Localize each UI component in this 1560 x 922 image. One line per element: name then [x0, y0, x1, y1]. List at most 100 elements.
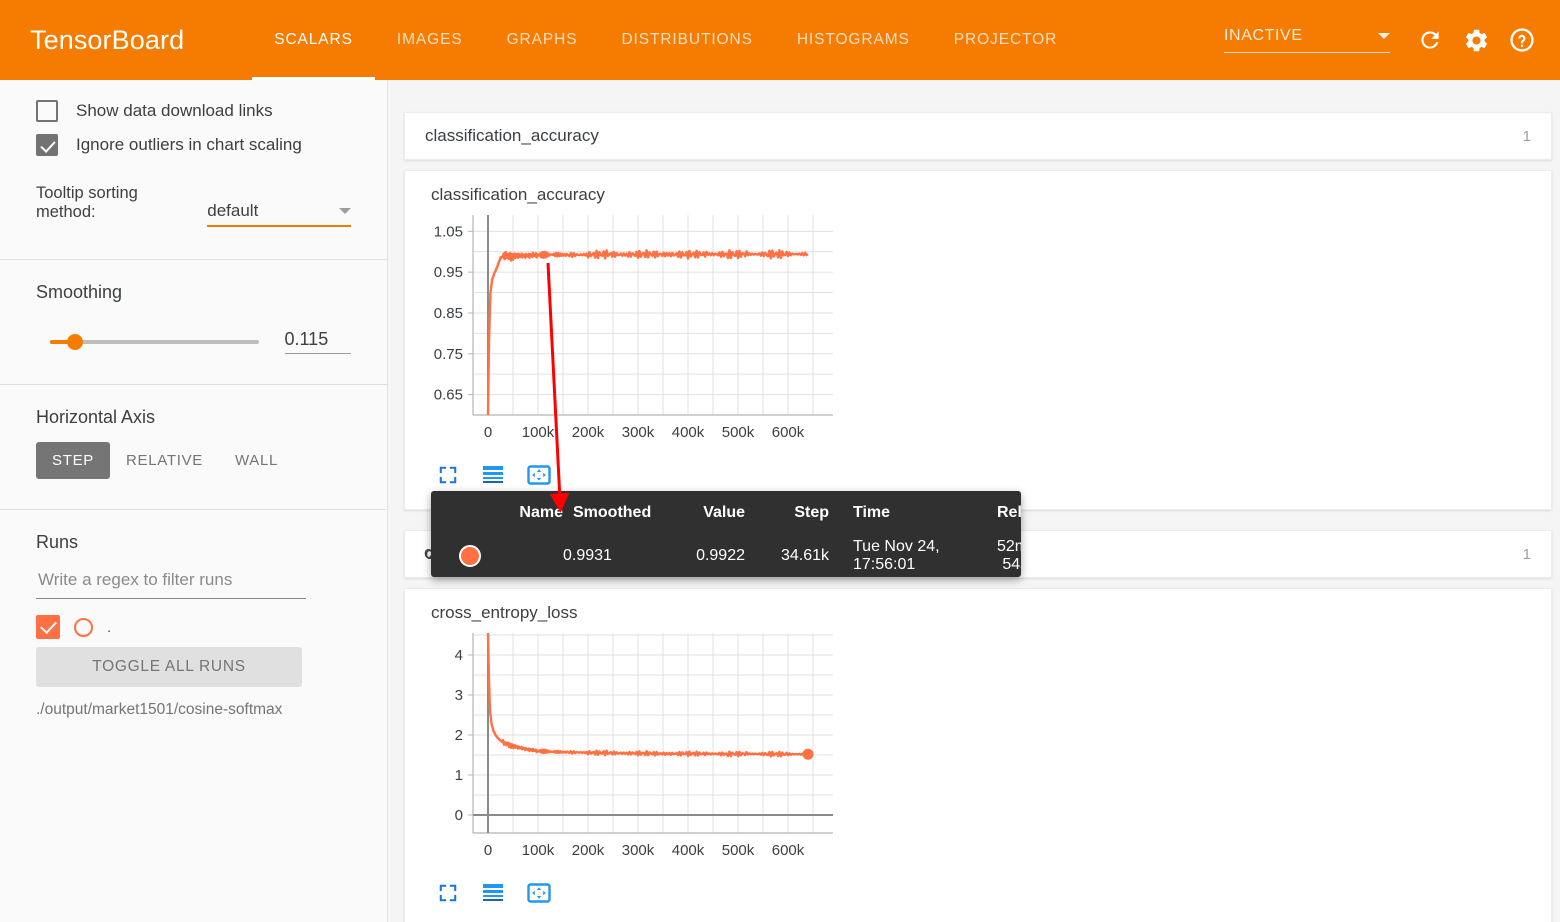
run-path-label: ./output/market1501/cosine-softmax — [36, 701, 283, 718]
card-header-classification-accuracy[interactable]: classification_accuracy 1 — [404, 112, 1552, 160]
svg-text:400k: 400k — [672, 424, 705, 441]
svg-text:100k: 100k — [522, 842, 555, 859]
tooltip-series-marker — [445, 545, 497, 567]
tooltip-sorting-dropdown[interactable]: default — [207, 201, 351, 227]
fullscreen-icon[interactable] — [437, 882, 459, 904]
chart-svg-wrap: 0 1 2 3 4 0 100k 200k 300k 400k 500k 600k — [405, 623, 1551, 878]
series-color-dot-icon — [459, 545, 481, 567]
run-item-label: . — [107, 618, 112, 636]
checkbox-ignore-outliers[interactable]: Ignore outliers in chart scaling — [36, 128, 351, 162]
smoothing-title: Smoothing — [36, 282, 123, 302]
checkbox-show-download-links[interactable]: Show data download links — [36, 94, 351, 128]
haxis-option-relative[interactable]: RELATIVE — [110, 442, 219, 479]
svg-text:0: 0 — [484, 424, 492, 441]
settings-button[interactable] — [1456, 20, 1496, 60]
gear-icon — [1465, 29, 1487, 51]
checkbox-icon-checked — [36, 134, 58, 156]
tab-histograms[interactable]: HISTOGRAMS — [775, 0, 932, 80]
fullscreen-icon[interactable] — [437, 464, 459, 486]
tooltip-sorting-value: default — [207, 201, 259, 220]
reload-button[interactable] — [1410, 20, 1450, 60]
chart-title-cross-entropy-loss: cross_entropy_loss — [431, 603, 578, 622]
line-chart-classification-accuracy[interactable]: 0.65 0.75 0.85 0.95 1.05 0 100k 200k 300k 400k 500… — [415, 205, 855, 455]
svg-text:0: 0 — [455, 807, 463, 824]
settings-sidebar: Show data download links Ignore outliers… — [0, 80, 388, 922]
card-title: classification_accuracy — [425, 126, 599, 145]
header-actions: INACTIVE — [1224, 20, 1542, 60]
card-count-badge: 1 — [1522, 127, 1531, 145]
chart-svg-wrap: 0.65 0.75 0.85 0.95 1.05 0 100k 200k 300k 400k 500… — [405, 205, 1551, 460]
card-header-row[interactable]: classification_accuracy 1 — [405, 113, 1551, 159]
chart-hover-tooltip: Name Smoothed Value Step Time Relative 0… — [431, 491, 1021, 577]
divider — [0, 259, 387, 260]
svg-text:500k: 500k — [722, 842, 755, 859]
svg-text:2: 2 — [455, 727, 463, 744]
tooltip-col-value: Value — [703, 504, 745, 521]
tooltip-value-smoothed: 0.9931 — [563, 547, 612, 564]
horizontal-axis-section: Horizontal Axis STEP RELATIVE WALL — [0, 407, 387, 479]
haxis-option-step[interactable]: STEP — [36, 442, 110, 479]
tab-distributions[interactable]: DISTRIBUTIONS — [599, 0, 774, 80]
smoothing-slider[interactable] — [50, 332, 259, 352]
svg-text:300k: 300k — [622, 842, 655, 859]
smoothing-value-input[interactable]: 0.115 — [284, 329, 351, 354]
run-color-circle-icon — [74, 617, 93, 637]
display-options-section: Show data download links Ignore outliers… — [0, 80, 387, 227]
line-chart-cross-entropy-loss[interactable]: 0 1 2 3 4 0 100k 200k 300k 400k 500k 600k — [415, 623, 855, 873]
ignore-outliers-label: Ignore outliers in chart scaling — [76, 135, 302, 154]
toggle-all-runs-button[interactable]: TOGGLE ALL RUNS — [36, 647, 302, 687]
tooltip-value-value: 0.9922 — [696, 547, 745, 564]
tab-projector-label: PROJECTOR — [953, 31, 1058, 48]
chart-panel-cross-entropy-loss: cross_entropy_loss 0 1 2 3 4 0 100k 200k 300k 400… — [404, 588, 1552, 922]
run-status-dropdown[interactable]: INACTIVE — [1224, 27, 1390, 53]
run-list-item[interactable]: . — [36, 615, 351, 639]
tooltip-col-smoothed: Smoothed — [573, 504, 652, 521]
tab-graphs[interactable]: GRAPHS — [485, 0, 600, 80]
show-download-links-label: Show data download links — [76, 101, 273, 120]
runs-filter-field[interactable] — [36, 569, 306, 599]
horizontal-axis-title: Horizontal Axis — [36, 407, 156, 427]
tab-images-label: IMAGES — [396, 31, 463, 48]
card-count-badge: 1 — [1522, 545, 1531, 563]
app-header: TensorBoard SCALARS IMAGES GRAPHS DISTRI… — [0, 0, 1560, 80]
slider-thumb[interactable] — [67, 333, 84, 350]
chevron-down-icon — [1378, 33, 1390, 39]
tooltip-value-relative: 52m 54s — [997, 538, 1021, 573]
svg-text:200k: 200k — [572, 842, 605, 859]
svg-text:0.85: 0.85 — [434, 305, 463, 322]
svg-text:0.75: 0.75 — [434, 346, 463, 363]
fit-to-domain-icon[interactable] — [527, 882, 551, 904]
smoothing-control-row: 0.115 — [36, 329, 351, 354]
svg-text:200k: 200k — [572, 424, 605, 441]
tab-projector[interactable]: PROJECTOR — [932, 0, 1079, 80]
runs-filter-input[interactable] — [36, 569, 306, 591]
svg-text:1: 1 — [455, 767, 463, 784]
svg-text:0.95: 0.95 — [434, 264, 463, 281]
svg-text:400k: 400k — [672, 842, 705, 859]
run-checkbox-icon[interactable] — [36, 615, 60, 639]
chart-panel-classification-accuracy: classification_accuracy 0.65 0.75 0.85 0.95… — [404, 170, 1552, 510]
svg-text:600k: 600k — [772, 424, 805, 441]
tab-histograms-label: HISTOGRAMS — [796, 31, 910, 48]
divider — [0, 384, 387, 385]
fit-to-domain-icon[interactable] — [527, 464, 551, 486]
tooltip-table: Name Smoothed Value Step Time Relative 0… — [431, 491, 1021, 577]
refresh-icon — [1421, 31, 1439, 49]
help-button[interactable] — [1502, 20, 1542, 60]
svg-text:0: 0 — [484, 842, 492, 859]
tooltip-col-name: Name — [519, 504, 563, 521]
svg-text:600k: 600k — [772, 842, 805, 859]
haxis-option-wall[interactable]: WALL — [219, 442, 294, 479]
svg-text:100k: 100k — [522, 424, 555, 441]
main-nav-tabs: SCALARS IMAGES GRAPHS DISTRIBUTIONS HIST… — [252, 0, 1079, 80]
tab-scalars[interactable]: SCALARS — [252, 0, 375, 80]
data-series-icon[interactable] — [481, 464, 505, 486]
chart-title-classification-accuracy: classification_accuracy — [431, 185, 605, 204]
tooltip-sorting-row: Tooltip sorting method: default — [36, 184, 351, 227]
svg-text:4: 4 — [455, 647, 463, 664]
data-series-icon[interactable] — [481, 882, 505, 904]
svg-text:500k: 500k — [722, 424, 755, 441]
svg-text:3: 3 — [455, 687, 463, 704]
chart-toolbar-2 — [405, 878, 1551, 914]
tab-images[interactable]: IMAGES — [375, 0, 485, 80]
